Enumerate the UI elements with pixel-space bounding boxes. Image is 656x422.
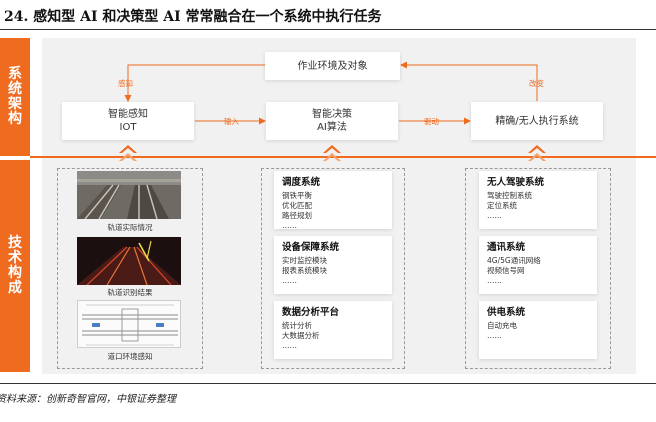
node-execution-label: 精确/无人执行系统 [495,115,579,127]
card-item: 定位系统 [487,201,517,210]
caption-track-recognition: 轨道识别结果 [107,288,153,297]
card-title: 无人驾驶系统 [487,177,545,188]
card-item: 优化匹配 [282,201,312,210]
card-equipment-support-system: 设备保障系统 实时监控模块 报表系统模块 …… [274,236,392,294]
card-item: 报表系统模块 [282,266,327,275]
card-item: …… [282,221,297,230]
node-decision-line2: AI算法 [317,122,347,133]
band-technology-label: 技术构成 [8,235,22,296]
track-recognition-image [77,237,181,285]
node-perception-line2: IOT [119,122,137,133]
chevron-up-icon [528,145,546,161]
card-item: …… [282,276,297,285]
card-title: 数据分析平台 [282,307,340,318]
card-item: 驾驶控制系统 [487,191,532,200]
caption-crossing-environment: 道口环境感知 [107,352,153,361]
card-title: 设备保障系统 [282,242,340,253]
caption-track-actual: 轨道实际情况 [107,223,153,232]
card-item: 钢铁平衡 [282,191,312,200]
node-execution: 精确/无人执行系统 [471,102,603,140]
node-environment: 作业环境及对象 [265,52,400,80]
card-item: 自动充电 [487,321,517,330]
title-rule [0,29,656,30]
track-photo [77,171,181,219]
card-item: …… [487,211,502,220]
node-environment-label: 作业环境及对象 [297,60,368,72]
card-item: 4G/5G通讯网络 [487,256,541,265]
card-title: 供电系统 [487,307,526,318]
card-item: 视频信号网 [487,266,525,275]
figure-source: 资料来源：创新奇智官网，中银证券整理 [0,394,176,405]
chevron-up-icon [323,145,341,161]
card-title: 通讯系统 [487,242,526,253]
card-item: 实时监控模块 [282,256,327,265]
figure-title: 24. 感知型 AI 和决策型 AI 常常融合在一个系统中执行任务 [4,9,382,25]
edge-label-perceive: 感知 [118,79,133,88]
card-item: …… [487,276,502,285]
edge-label-input: 输入 [224,117,239,126]
card-data-analysis-platform: 数据分析平台 统计分析 大数据分析 …… [274,301,392,359]
crossing-plan-image [77,300,181,348]
node-decision: 智能决策 AI算法 [266,102,398,140]
card-title: 调度系统 [282,177,321,188]
card-item: 统计分析 [282,321,312,330]
band-technology: 技术构成 [0,160,30,372]
edge-label-change: 改变 [529,79,544,88]
card-communication-system: 通讯系统 4G/5G通讯网络 视频信号网 …… [479,236,597,294]
node-perception: 智能感知 IOT [62,102,194,140]
card-item: …… [487,331,502,340]
card-item: 路径规划 [282,211,312,220]
card-power-supply-system: 供电系统 自动充电 …… [479,301,597,359]
card-item: 大数据分析 [282,331,320,340]
band-system-architecture: 系统架构 [0,38,30,156]
node-decision-line1: 智能决策 [312,109,352,120]
chevron-up-icon [119,145,137,161]
card-dispatch-system: 调度系统 钢铁平衡 优化匹配 路径规划 …… [274,171,392,230]
card-item: …… [282,341,297,350]
node-perception-line1: 智能感知 [108,109,148,120]
card-autonomous-driving-system: 无人驾驶系统 驾驶控制系统 定位系统 …… [479,171,597,229]
band-architecture-label: 系统架构 [8,66,22,127]
edge-label-drive: 驱动 [424,117,439,126]
source-rule [0,383,656,384]
